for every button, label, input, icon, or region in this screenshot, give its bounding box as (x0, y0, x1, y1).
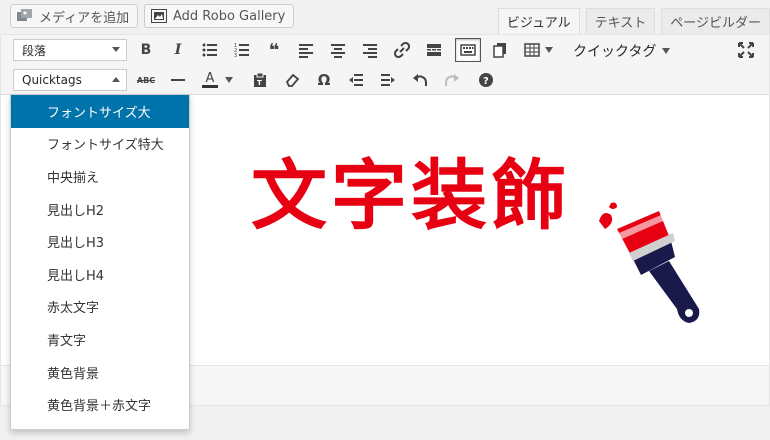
menu-item-blue-text[interactable]: 青文字 (11, 323, 189, 356)
link-icon[interactable] (391, 39, 413, 61)
undo-icon[interactable] (409, 69, 431, 91)
menu-item-heading-h3[interactable]: 見出しH3 (11, 225, 189, 258)
quicktags-select-value: Quicktags (22, 73, 82, 87)
tab-visual[interactable]: ビジュアル (497, 8, 580, 34)
add-robo-gallery-button[interactable]: Add Robo Gallery (144, 4, 295, 28)
chevron-down-icon (662, 48, 671, 54)
italic-icon[interactable]: I (167, 39, 189, 61)
quicktag-menu-label: クイックタグ (573, 44, 657, 60)
paste-text-icon[interactable]: T (249, 69, 271, 91)
text-color-icon[interactable]: A (199, 69, 221, 91)
text-color-dropdown-icon[interactable] (223, 69, 235, 91)
tab-text[interactable]: テキスト (585, 8, 656, 34)
tab-page-builder[interactable]: ページビルダー (661, 8, 770, 34)
table-dropdown-icon[interactable] (543, 39, 555, 61)
menu-item-yellow-bg[interactable]: 黄色背景 (11, 356, 189, 389)
blockquote-icon[interactable]: ❝ (263, 39, 285, 61)
menu-item-font-size-large[interactable]: フォントサイズ大 (11, 95, 189, 128)
help-icon[interactable]: ? (475, 69, 497, 91)
strikethrough-icon[interactable]: ABC (135, 69, 157, 91)
format-select[interactable]: 段落 (13, 39, 127, 61)
bullet-list-icon[interactable] (199, 39, 221, 61)
add-gallery-label: Add Robo Gallery (173, 8, 286, 24)
menu-item-font-size-xlarge[interactable]: フォントサイズ特大 (11, 128, 189, 161)
outdent-icon[interactable] (345, 69, 367, 91)
indent-icon[interactable] (377, 69, 399, 91)
svg-text:T: T (257, 79, 262, 87)
quicktags-select[interactable]: Quicktags (13, 69, 127, 91)
chevron-up-icon (112, 77, 120, 82)
align-center-icon[interactable] (327, 39, 349, 61)
redo-icon[interactable] (441, 69, 463, 91)
special-char-icon[interactable]: Ω (313, 69, 335, 91)
menu-item-red-bold[interactable]: 赤太文字 (11, 291, 189, 324)
clear-formatting-icon[interactable] (281, 69, 303, 91)
media-buttons-row: メディアを追加 Add Robo Gallery ビジュアル テキスト ページビ… (0, 0, 770, 34)
fullscreen-icon[interactable] (735, 39, 757, 61)
paint-brush-icon (599, 202, 700, 323)
menu-item-heading-h2[interactable]: 見出しH2 (11, 193, 189, 226)
bold-icon[interactable]: B (135, 39, 157, 61)
menu-item-heading-h4[interactable]: 見出しH4 (11, 258, 189, 291)
align-right-icon[interactable] (359, 39, 381, 61)
add-media-label: メディアを追加 (39, 10, 130, 26)
add-media-button[interactable]: メディアを追加 (10, 4, 139, 28)
horizontal-line-icon[interactable] (167, 69, 189, 91)
chevron-down-icon (112, 47, 120, 52)
media-icon (17, 9, 32, 21)
menu-item-center-align[interactable]: 中央揃え (11, 160, 189, 193)
quicktags-dropdown-menu: フォントサイズ大 フォントサイズ特大 中央揃え 見出しH2 見出しH3 見出しH… (10, 94, 190, 430)
menu-item-yellow-bg-red-text[interactable]: 黄色背景＋赤文字 (11, 388, 189, 421)
editor-toolbar: 段落 B I 123 ❝ クイックタグ Quicktags ABC A T Ω … (1, 35, 769, 95)
svg-text:3: 3 (234, 53, 237, 58)
read-more-icon[interactable] (423, 39, 445, 61)
format-select-value: 段落 (22, 43, 47, 58)
headline-text: 文字装飾 (251, 151, 571, 240)
svg-text:?: ? (483, 76, 489, 87)
align-left-icon[interactable] (295, 39, 317, 61)
copy-icon[interactable] (489, 39, 511, 61)
keyboard-icon[interactable] (455, 38, 481, 62)
table-icon[interactable] (521, 39, 543, 61)
quicktag-menu-button[interactable]: クイックタグ (573, 41, 671, 61)
editor-tabs: ビジュアル テキスト ページビルダー (492, 8, 770, 34)
numbered-list-icon[interactable]: 123 (231, 39, 253, 61)
gallery-icon (151, 9, 167, 23)
